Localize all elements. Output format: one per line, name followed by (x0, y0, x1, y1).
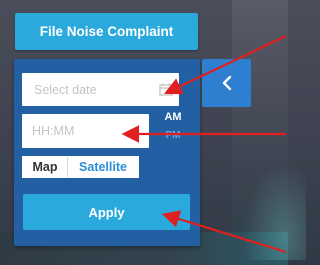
am-option[interactable]: AM (156, 110, 190, 124)
collapse-panel-tab[interactable] (202, 59, 251, 107)
am-pm-selector[interactable]: AM PM (156, 110, 190, 143)
time-input[interactable] (22, 114, 149, 148)
map-background-highlight (236, 150, 306, 260)
map-type-toggle: Map Satellite (22, 156, 139, 178)
file-noise-complaint-button[interactable]: File Noise Complaint (15, 13, 198, 50)
apply-button[interactable]: Apply (23, 194, 190, 230)
satellite-option[interactable]: Satellite (67, 157, 138, 177)
calendar-icon[interactable] (159, 83, 173, 96)
date-input[interactable] (22, 73, 179, 106)
pm-option[interactable]: PM (156, 129, 190, 143)
map-option[interactable]: Map (23, 157, 67, 177)
chevron-left-icon (222, 75, 231, 91)
